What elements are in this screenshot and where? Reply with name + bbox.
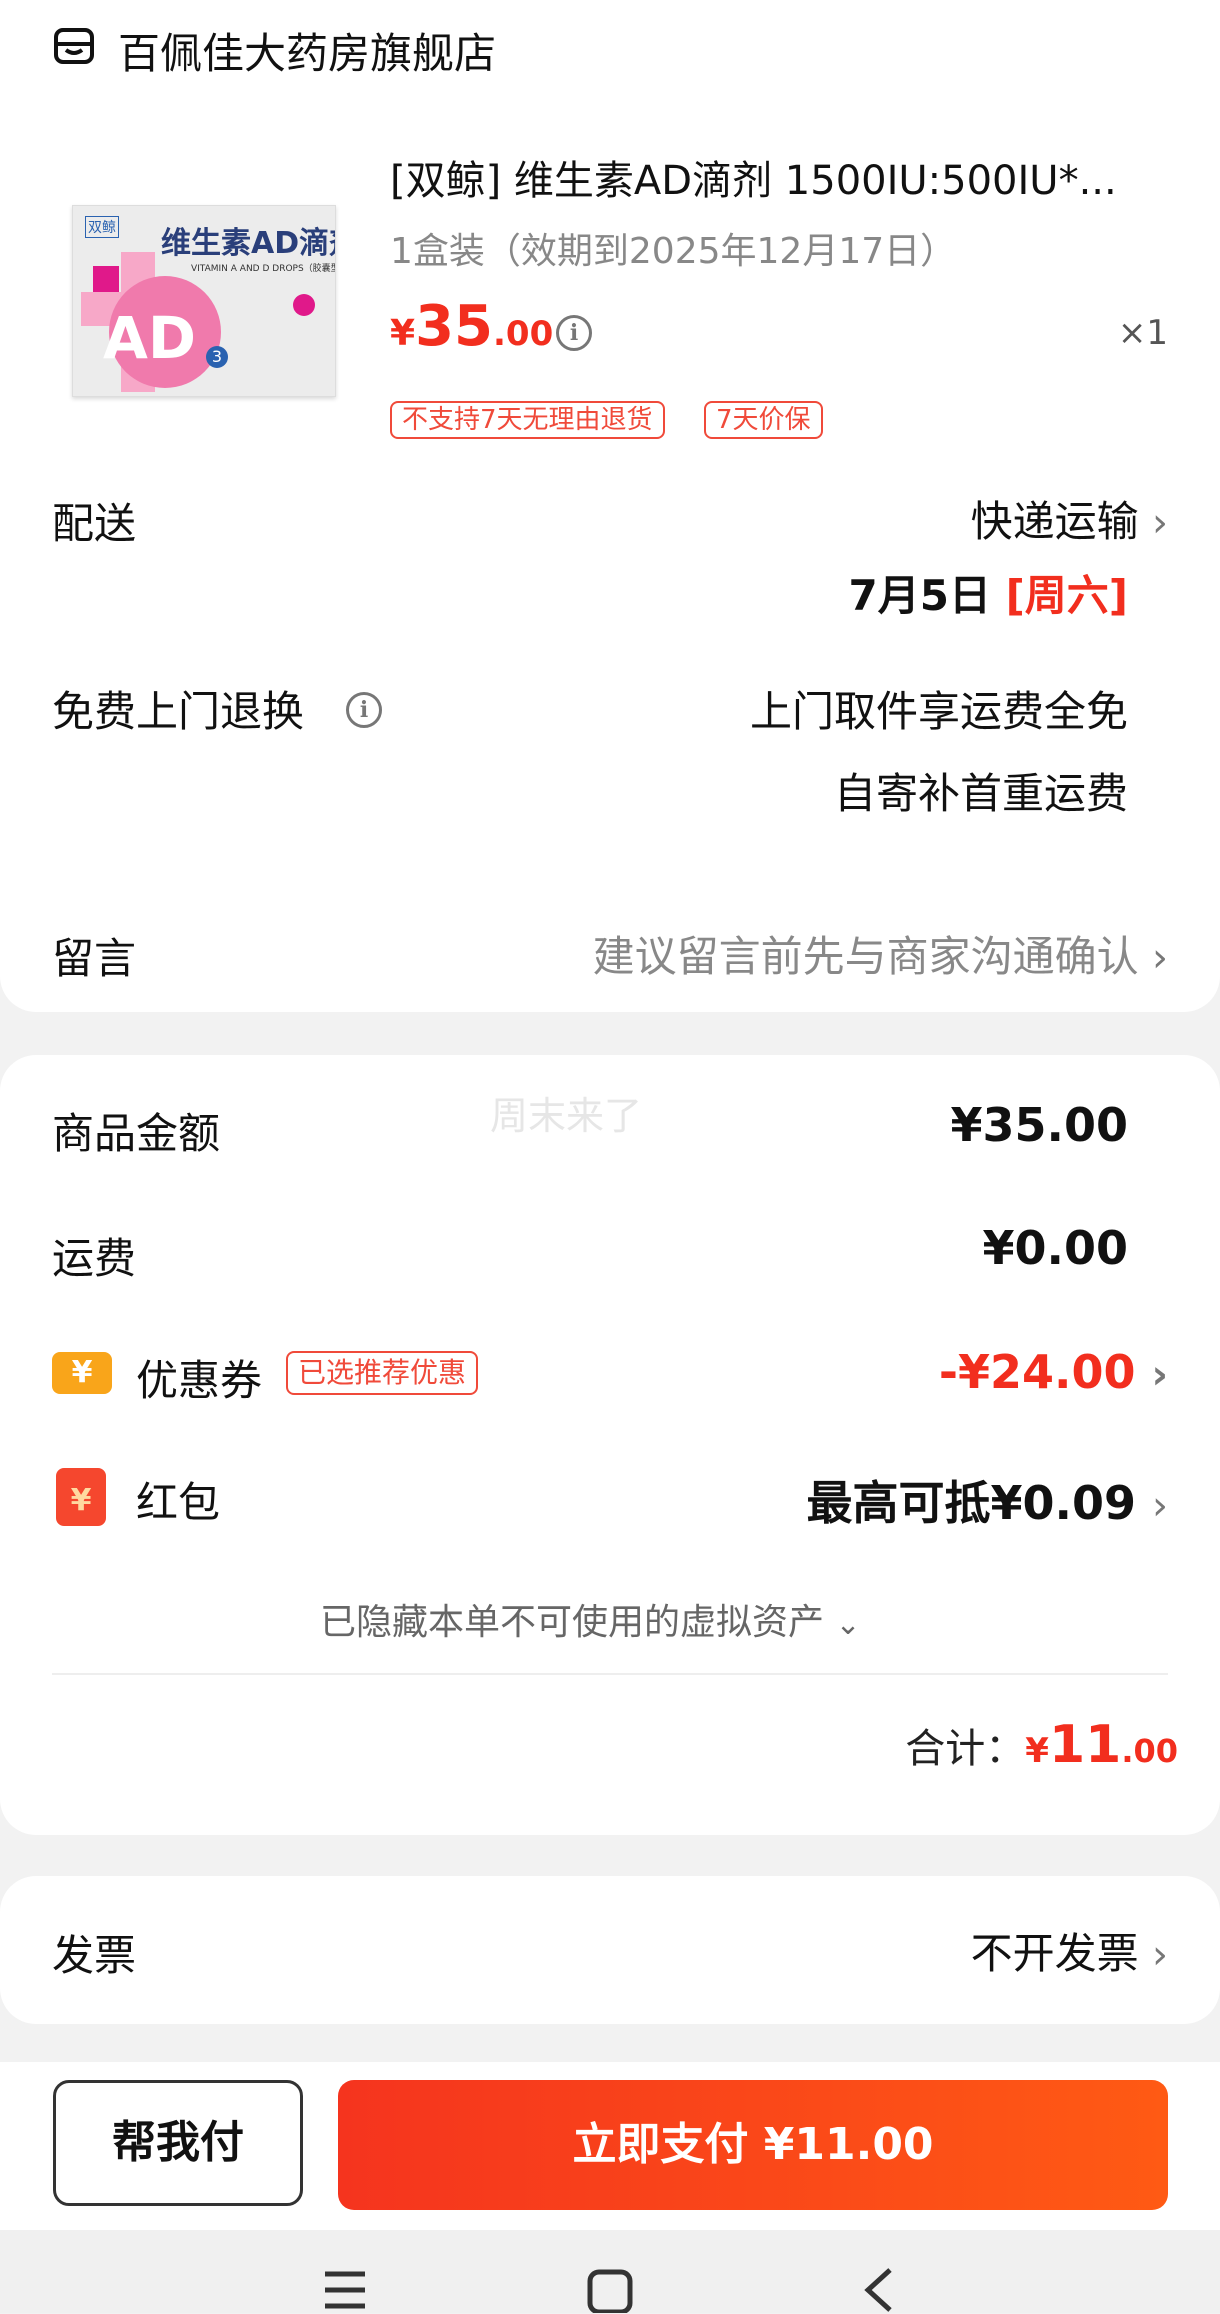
bottom-action-bar: 帮我付 立即支付 ¥11.00 — [0, 2062, 1220, 2230]
product-spec: 1盒装（效期到2025年12月17日） — [390, 231, 957, 272]
chevron-right-icon: › — [1152, 935, 1168, 981]
invoice-label: 发票 — [52, 1931, 137, 1980]
coupon-label: 优惠券 — [136, 1356, 263, 1405]
chevron-right-icon: › — [1152, 1932, 1168, 1978]
divider — [52, 1673, 1168, 1675]
watermark: 周末来了 — [490, 1094, 643, 1138]
coupon-tag: 已选推荐优惠 — [286, 1351, 479, 1395]
coupon-value: -¥24.00 — [938, 1345, 1136, 1399]
shipping-value: ¥0.00 — [982, 1221, 1128, 1275]
invoice-card: 发票 不开发票 › — [0, 1876, 1220, 2024]
coupon-icon: ¥ — [52, 1352, 112, 1394]
hidden-assets-toggle[interactable]: 已隐藏本单不可使用的虚拟资产 ⌄ — [320, 1593, 861, 1645]
coupon-row[interactable]: -¥24.00 › — [939, 1345, 1168, 1399]
total-int: 11 — [1048, 1715, 1122, 1775]
price-info-icon[interactable]: i — [556, 315, 592, 351]
redpacket-row[interactable]: 最高可抵¥0.09 › — [806, 1467, 1168, 1533]
redpacket-label: 红包 — [136, 1478, 221, 1527]
delivery-weekday: [周六] — [1005, 571, 1128, 620]
product-title[interactable]: [双鲸] 维生素AD滴剂 1500IU:500IU*... — [390, 148, 1117, 206]
image-dot — [293, 294, 315, 316]
invoice-value: 不开发票 — [970, 1929, 1139, 1978]
chevron-right-icon: › — [1152, 1483, 1168, 1529]
store-icon — [54, 28, 94, 64]
order-item-card: 百佩佳大药房旗舰店 双鲸 维生素AD滴剂 VITAMIN A AND D DRO… — [0, 0, 1220, 1012]
delivery-label: 配送 — [52, 499, 137, 548]
help-pay-button[interactable]: 帮我付 — [53, 2080, 303, 2206]
delivery-method: 快递运输 — [970, 497, 1139, 546]
tag-no-return: 不支持7天无理由退货 — [390, 401, 665, 439]
message-label: 留言 — [52, 934, 137, 983]
chevron-right-icon: › — [1151, 1352, 1168, 1398]
price-summary-card: 周末来了 商品金额 ¥35.00 运费 ¥0.00 ¥ 优惠券 已选推荐优惠 -… — [0, 1055, 1220, 1835]
total-dec: .00 — [1121, 1732, 1178, 1770]
delivery-date: 7月5日 — [848, 571, 991, 620]
return-service-line1: 上门取件享运费全免 — [749, 687, 1128, 736]
chevron-right-icon: › — [1152, 500, 1168, 546]
product-quantity: ×1 — [1117, 313, 1168, 353]
store-name: 百佩佳大药房旗舰店 — [118, 29, 497, 78]
back-icon[interactable] — [860, 2266, 896, 2313]
goods-amount-label: 商品金额 — [52, 1109, 221, 1158]
product-price: ¥35.00 — [390, 294, 554, 359]
image-ad-text: AD — [103, 304, 197, 372]
home-icon[interactable] — [586, 2268, 634, 2313]
return-service-label: 免费上门退换 — [52, 687, 305, 736]
product-image[interactable]: 双鲸 维生素AD滴剂 VITAMIN A AND D DROPS（胶囊型） AD… — [72, 205, 336, 397]
total-row: 合计：¥11.00 — [905, 1715, 1178, 1775]
redpacket-value: 最高可抵¥0.09 — [806, 1476, 1136, 1530]
redpacket-icon: ¥ — [56, 1468, 106, 1526]
pay-now-button[interactable]: 立即支付 ¥11.00 — [338, 2080, 1168, 2210]
message-input[interactable]: 建议留言前先与商家沟通确认 › — [593, 923, 1168, 984]
menu-icon[interactable] — [322, 2270, 368, 2314]
delivery-date-row: 7月5日 [周六] — [849, 562, 1128, 623]
total-label: 合计： — [905, 1726, 1026, 1772]
goods-amount-value: ¥35.00 — [950, 1098, 1128, 1152]
message-placeholder: 建议留言前先与商家沟通确认 — [592, 932, 1139, 981]
return-service-line2: 自寄补首重运费 — [833, 769, 1128, 818]
image-brand: 双鲸 — [85, 216, 119, 238]
tag-price-protect: 7天价保 — [704, 401, 823, 439]
delivery-method-row[interactable]: 快递运输 › — [971, 488, 1168, 549]
chevron-down-icon: ⌄ — [835, 1607, 861, 1642]
total-symbol: ¥ — [1025, 1731, 1049, 1771]
hidden-assets-text: 已隐藏本单不可使用的虚拟资产 — [320, 1602, 825, 1643]
system-nav-bar — [0, 2230, 1220, 2313]
return-info-icon[interactable]: i — [346, 692, 382, 728]
image-badge: 3 — [206, 346, 228, 368]
invoice-row[interactable]: 不开发票 › — [971, 1920, 1168, 1981]
shipping-label: 运费 — [52, 1234, 137, 1283]
